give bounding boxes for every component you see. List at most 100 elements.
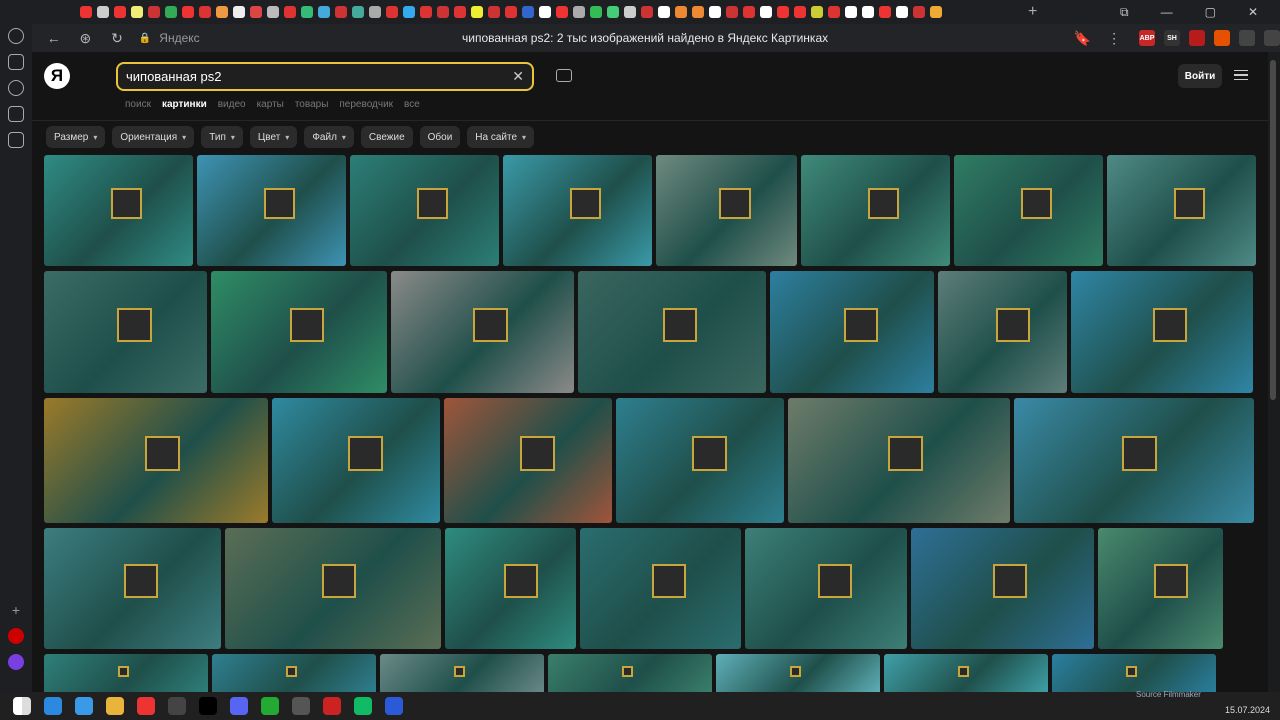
url-field[interactable]: 🔒 Яндекс чипованная ps2: 2 тыс изображен… xyxy=(139,27,1061,49)
service-link-5[interactable]: переводчик xyxy=(339,99,393,110)
tab-favicon-icon[interactable] xyxy=(284,6,296,18)
taskbar-app-icon[interactable] xyxy=(106,697,124,715)
bookmark-icon[interactable]: 🔖 xyxy=(1073,30,1093,47)
image-thumbnail[interactable] xyxy=(350,155,499,266)
tab-favicon-icon[interactable] xyxy=(505,6,517,18)
image-thumbnail[interactable] xyxy=(1098,528,1223,649)
tab-favicon-icon[interactable] xyxy=(828,6,840,18)
filter-button[interactable]: Ориентация ▾ xyxy=(112,126,195,148)
tab-favicon-icon[interactable] xyxy=(335,6,347,18)
page-scrollbar[interactable] xyxy=(1270,60,1276,400)
tab-favicon-icon[interactable] xyxy=(590,6,602,18)
tab-favicon-icon[interactable] xyxy=(471,6,483,18)
play-icon[interactable] xyxy=(8,80,24,96)
tab-favicon-icon[interactable] xyxy=(777,6,789,18)
extension-icon[interactable] xyxy=(1213,30,1230,46)
tab-favicon-icon[interactable] xyxy=(879,6,891,18)
image-thumbnail[interactable] xyxy=(197,155,346,266)
service-link-3[interactable]: карты xyxy=(257,99,284,110)
tab-favicon-icon[interactable] xyxy=(267,6,279,18)
taskbar-app-icon[interactable] xyxy=(75,697,93,715)
tab-favicon-icon[interactable] xyxy=(675,6,687,18)
tab-favicon-icon[interactable] xyxy=(641,6,653,18)
tab-favicon-icon[interactable] xyxy=(216,6,228,18)
new-tab-icon[interactable]: + xyxy=(1028,3,1037,21)
tab-favicon-icon[interactable] xyxy=(250,6,262,18)
more-icon[interactable]: ⋮ xyxy=(1104,30,1124,47)
menu-icon[interactable] xyxy=(1234,70,1248,80)
tab-favicon-icon[interactable] xyxy=(131,6,143,18)
record-icon[interactable] xyxy=(8,628,24,644)
tab-favicon-icon[interactable] xyxy=(369,6,381,18)
image-thumbnail[interactable] xyxy=(1052,654,1216,692)
tab-favicon-icon[interactable] xyxy=(607,6,619,18)
image-thumbnail[interactable] xyxy=(548,654,712,692)
filter-button[interactable]: Файл ▾ xyxy=(304,126,354,148)
tab-favicon-icon[interactable] xyxy=(573,6,585,18)
image-thumbnail[interactable] xyxy=(1014,398,1254,523)
tab-favicon-icon[interactable] xyxy=(114,6,126,18)
image-thumbnail[interactable] xyxy=(745,528,907,649)
add-panel-icon[interactable]: + xyxy=(12,602,20,618)
service-link-2[interactable]: видео xyxy=(218,99,246,110)
image-thumbnail[interactable] xyxy=(212,654,376,692)
taskbar-app-icon[interactable] xyxy=(292,697,310,715)
yandex-home-icon[interactable]: ⊛ xyxy=(76,30,96,47)
taskbar-app-icon[interactable] xyxy=(13,697,31,715)
image-thumbnail[interactable] xyxy=(911,528,1094,649)
image-thumbnail[interactable] xyxy=(788,398,1010,523)
filter-button[interactable]: Обои xyxy=(419,126,461,148)
tab-favicon-icon[interactable] xyxy=(862,6,874,18)
service-link-6[interactable]: все xyxy=(404,99,420,110)
tab-favicon-icon[interactable] xyxy=(437,6,449,18)
image-thumbnail[interactable] xyxy=(801,155,950,266)
taskbar-app-icon[interactable] xyxy=(354,697,372,715)
extension-icon[interactable]: ABP xyxy=(1138,30,1155,46)
filter-button[interactable]: Тип ▾ xyxy=(201,126,243,148)
image-thumbnail[interactable] xyxy=(938,271,1067,393)
image-thumbnail[interactable] xyxy=(656,155,797,266)
taskbar-app-icon[interactable] xyxy=(385,697,403,715)
tab-favicon-icon[interactable] xyxy=(301,6,313,18)
tab-favicon-icon[interactable] xyxy=(556,6,568,18)
taskbar-app-icon[interactable] xyxy=(323,697,341,715)
tab-favicon-icon[interactable] xyxy=(709,6,721,18)
close-window-icon[interactable]: ✕ xyxy=(1248,5,1258,19)
restore-icon[interactable]: ⧉ xyxy=(1120,5,1129,20)
extension-icon[interactable] xyxy=(1238,30,1255,46)
filter-button[interactable]: Цвет ▾ xyxy=(249,126,298,148)
tab-favicon-icon[interactable] xyxy=(845,6,857,18)
image-thumbnail[interactable] xyxy=(1071,271,1253,393)
tab-favicon-icon[interactable] xyxy=(522,6,534,18)
filter-button[interactable]: Размер ▾ xyxy=(46,126,106,148)
image-thumbnail[interactable] xyxy=(770,271,934,393)
tab-favicon-icon[interactable] xyxy=(760,6,772,18)
tab-favicon-icon[interactable] xyxy=(488,6,500,18)
tab-favicon-icon[interactable] xyxy=(454,6,466,18)
service-link-4[interactable]: товары xyxy=(295,99,329,110)
image-thumbnail[interactable] xyxy=(884,654,1048,692)
extension-icon[interactable]: SH xyxy=(1163,30,1180,46)
clear-icon[interactable]: ✕ xyxy=(512,68,524,85)
service-link-0[interactable]: поиск xyxy=(125,99,151,110)
image-thumbnail[interactable] xyxy=(44,528,221,649)
tab-favicon-icon[interactable] xyxy=(692,6,704,18)
screenshot-icon[interactable] xyxy=(8,132,24,148)
tab-favicon-icon[interactable] xyxy=(930,6,942,18)
tab-favicon-icon[interactable] xyxy=(233,6,245,18)
search-input[interactable]: чипованная ps2 ✕ xyxy=(116,62,534,91)
maximize-icon[interactable]: ▢ xyxy=(1205,5,1216,19)
filter-button[interactable]: На сайте ▾ xyxy=(467,126,535,148)
tab-favicon-icon[interactable] xyxy=(318,6,330,18)
filter-button[interactable]: Свежие xyxy=(360,126,413,148)
tab-favicon-icon[interactable] xyxy=(199,6,211,18)
tab-favicon-icon[interactable] xyxy=(658,6,670,18)
alice-icon[interactable] xyxy=(8,654,24,670)
extension-icon[interactable] xyxy=(1263,30,1280,46)
image-thumbnail[interactable] xyxy=(616,398,784,523)
tab-favicon-icon[interactable] xyxy=(352,6,364,18)
tab-favicon-icon[interactable] xyxy=(165,6,177,18)
image-thumbnail[interactable] xyxy=(954,155,1103,266)
back-icon[interactable]: ← xyxy=(44,30,64,46)
image-thumbnail[interactable] xyxy=(225,528,441,649)
